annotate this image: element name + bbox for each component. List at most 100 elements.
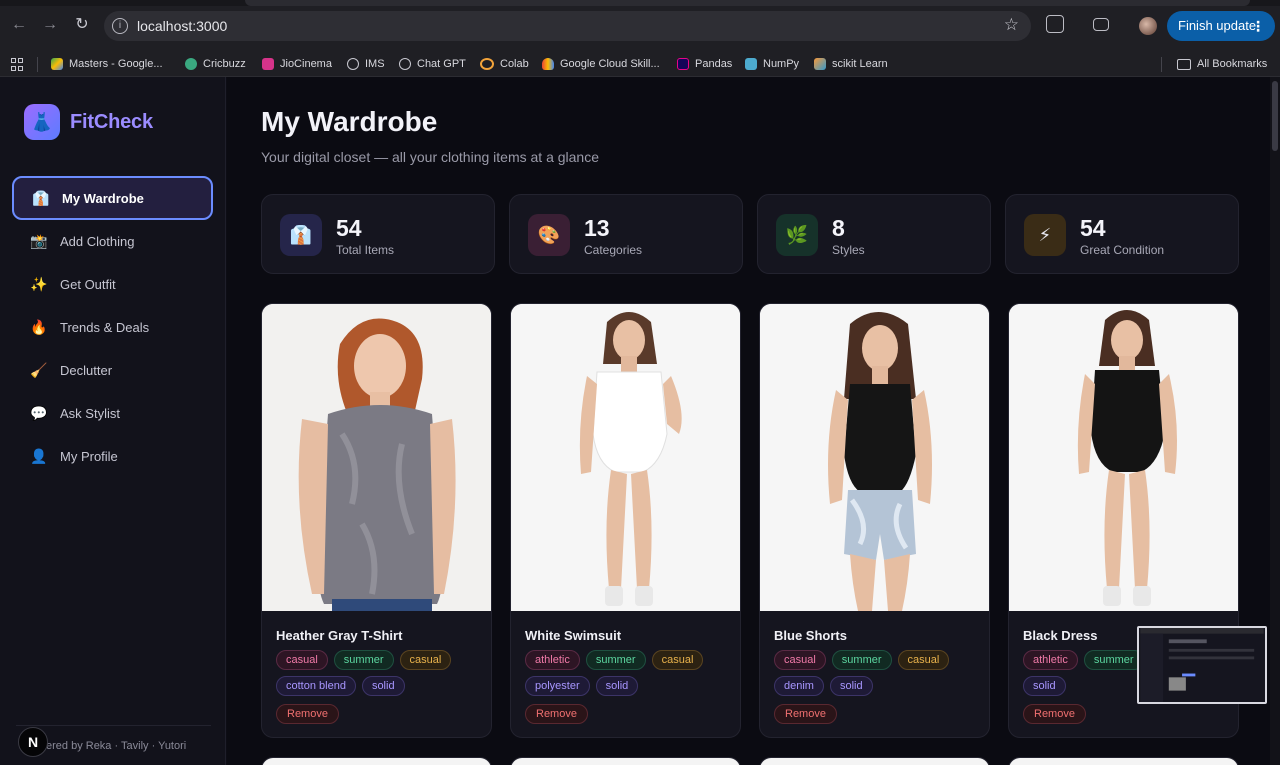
tag[interactable]: solid [595,676,639,696]
remove-button[interactable]: Remove [774,704,837,724]
speech-bubble-icon: 💬 [30,404,48,421]
tag[interactable]: athletic [525,650,580,670]
tag[interactable]: casual [774,650,826,670]
tag[interactable]: casual [651,650,704,670]
tag[interactable]: athletic [1023,650,1078,670]
scrollbar-thumb[interactable] [1272,81,1278,151]
tag[interactable]: summer [1083,650,1144,670]
sidebar-item-declutter[interactable]: 🧹 Declutter [12,348,213,392]
clothing-photo[interactable] [262,758,491,765]
extensions-icon[interactable] [1046,15,1064,33]
tag-list: athletic summer casual polyester solid [525,650,730,696]
apps-grid-icon[interactable] [11,58,24,71]
sidebar-item-get-outfit[interactable]: ✨ Get Outfit [12,262,213,306]
nextjs-dev-badge[interactable]: N [18,727,48,757]
bookmarks-bar: Masters - Google... Cricbuzz JioCinema I… [0,52,1280,77]
tag[interactable]: solid [1023,676,1066,696]
tag-list: casual summer casual cotton blend solid [276,650,481,696]
globe-icon [347,58,359,70]
clothing-photo[interactable] [511,758,740,765]
sidebar-item-add-clothing[interactable]: 📸 Add Clothing [12,219,213,263]
tag[interactable]: casual [399,650,452,670]
screenshot-thumbnail[interactable] [1137,626,1267,704]
bookmark-colab[interactable]: Colab [480,54,529,74]
browser-toolbar: ← → ↻ i localhost:3000 ☆ Finish update ⋮ [0,0,1280,52]
site-info-icon[interactable]: i [112,18,128,34]
clothing-card[interactable] [1008,757,1239,765]
bookmark-pandas[interactable]: Pandas [677,54,732,74]
clothing-photo[interactable] [760,304,989,611]
page-title: My Wardrobe [261,106,438,137]
broom-icon: 🧹 [30,361,48,378]
clothing-name: Blue Shorts [774,628,847,643]
stat-label: Styles [832,243,865,257]
stat-label: Total Items [336,243,395,257]
clothing-card[interactable]: Heather Gray T-Shirt casual summer casua… [261,303,492,738]
camera-icon: 📸 [30,232,48,249]
url-text[interactable]: localhost:3000 [137,18,227,34]
tag[interactable]: summer [831,650,892,670]
clothing-name: Heather Gray T-Shirt [276,628,403,643]
clothing-card[interactable] [261,757,492,765]
stat-card-total-items: 👔 54 Total Items [261,194,495,274]
bookmark-scikit-learn[interactable]: scikit Learn [814,54,888,74]
tag[interactable]: polyester [525,676,590,696]
sidebar-item-label: My Wardrobe [62,190,144,206]
fitcheck-logo-icon[interactable]: 👗 [24,104,60,140]
brand-name[interactable]: FitCheck [70,111,153,134]
page-scrollbar[interactable] [1270,77,1280,765]
colab-icon [480,58,494,70]
tag[interactable]: solid [829,676,873,696]
profile-avatar[interactable] [1139,17,1157,35]
clothing-photo[interactable] [760,758,989,765]
sidebar-item-trends-deals[interactable]: 🔥 Trends & Deals [12,305,213,349]
bookmark-numpy[interactable]: NumPy [745,54,799,74]
clothing-photo[interactable] [1009,304,1238,611]
clothing-photo[interactable] [1009,758,1238,765]
address-bar[interactable]: i localhost:3000 ☆ [104,11,1031,41]
bookmark-chatgpt[interactable]: Chat GPT [399,54,466,74]
stat-value: 54 [1080,215,1106,241]
pandas-icon [677,58,689,70]
clothing-card[interactable]: White Swimsuit athletic summer casual po… [510,303,741,738]
clothing-card[interactable] [510,757,741,765]
tag[interactable]: summer [585,650,646,670]
clothing-name: White Swimsuit [525,628,622,643]
sidebar-item-my-wardrobe[interactable]: 👔 My Wardrobe [12,176,213,220]
bookmark-cricbuzz[interactable]: Cricbuzz [185,54,246,74]
bookmark-ims[interactable]: IMS [347,54,385,74]
tag[interactable]: casual [897,650,950,670]
tag[interactable]: solid [361,676,405,696]
cricbuzz-icon [185,58,197,70]
tag[interactable]: casual [276,650,328,670]
remove-button[interactable]: Remove [276,704,339,724]
sidebar-item-label: Ask Stylist [60,405,120,421]
more-menu-icon[interactable]: ⋮ [1251,11,1265,41]
tag[interactable]: denim [774,676,824,696]
back-icon[interactable]: ← [8,14,30,36]
remove-button[interactable]: Remove [1023,704,1086,724]
stat-card-categories: 🎨 13 Categories [509,194,743,274]
bookmark-star-icon[interactable]: ☆ [1004,15,1019,35]
sidebar-item-ask-stylist[interactable]: 💬 Ask Stylist [12,391,213,435]
bookmark-masters[interactable]: Masters - Google... [51,54,163,74]
sidebar-item-my-profile[interactable]: 👤 My Profile [12,434,213,478]
tag[interactable]: cotton blend [276,676,356,696]
clothing-photo[interactable] [262,304,491,611]
active-tab[interactable] [245,0,1250,6]
remove-button[interactable]: Remove [525,704,588,724]
finish-update-button[interactable]: Finish update ⋮ [1167,11,1275,41]
cast-icon[interactable] [1093,18,1109,31]
all-bookmarks-folder[interactable]: All Bookmarks [1177,54,1267,74]
palette-icon: 🎨 [528,214,570,256]
forward-icon[interactable]: → [39,14,61,36]
user-icon: 👤 [30,447,48,464]
bookmark-jiocinema[interactable]: JioCinema [262,54,332,74]
reload-icon[interactable]: ↻ [71,14,93,36]
clothing-card[interactable]: Blue Shorts casual summer casual denim s… [759,303,990,738]
tag[interactable]: summer [333,650,394,670]
bookmark-google-cloud[interactable]: Google Cloud Skill... [542,54,660,74]
stat-value: 54 [336,215,362,241]
clothing-card[interactable] [759,757,990,765]
clothing-photo[interactable] [511,304,740,611]
